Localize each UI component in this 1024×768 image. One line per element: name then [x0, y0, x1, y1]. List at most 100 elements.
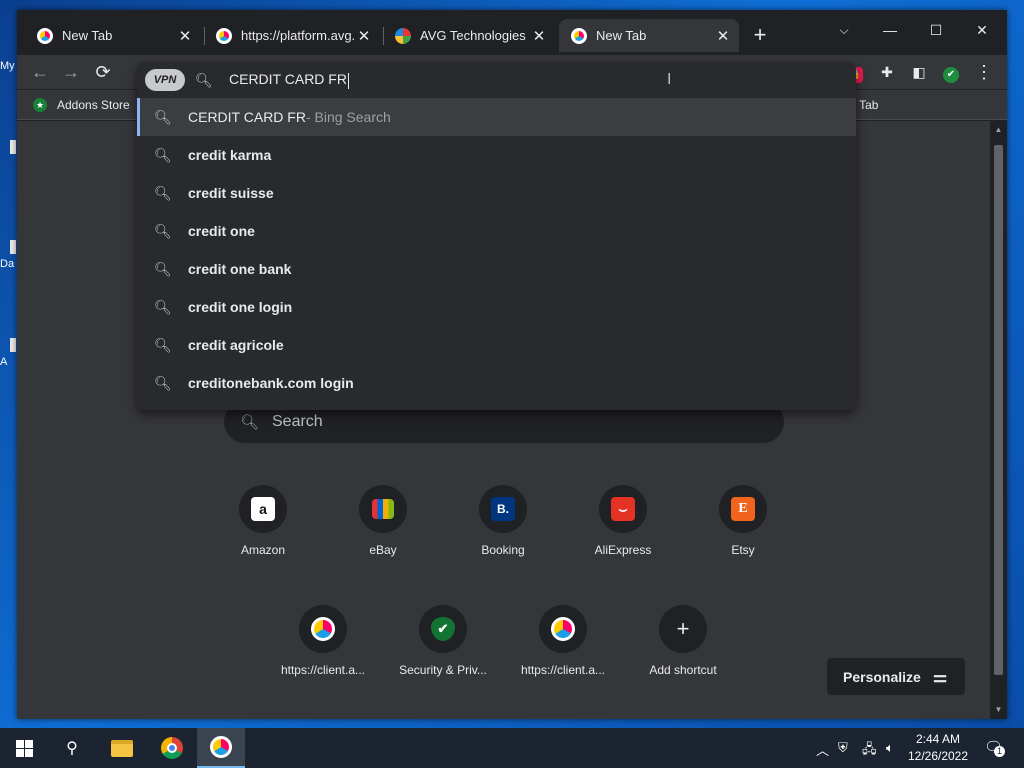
personalize-label: Personalize [843, 668, 921, 685]
file-icon [10, 338, 16, 352]
desktop-icon[interactable]: A [0, 338, 18, 368]
shortcut-tile: E [719, 485, 767, 533]
search-icon: 🔍︎ [154, 184, 172, 201]
clock-date: 12/26/2022 [907, 749, 969, 763]
avast-browser-icon [311, 617, 335, 641]
network-shield-icon[interactable]: ⛨ [838, 740, 848, 756]
omnibox-input[interactable]: CERDIT CARD FR [229, 71, 349, 89]
shortcut-client-avast-2[interactable]: https://client.a... [507, 605, 619, 677]
avast-browser-icon [571, 27, 587, 44]
aliexpress-logo-icon: ⌣ [611, 497, 635, 521]
shortcut-tile: ⌣ [599, 485, 647, 533]
back-button[interactable]: ← [27, 59, 53, 85]
suggestion-item[interactable]: 🔍︎ credit agricole [137, 326, 856, 364]
tab-avg-technologies[interactable]: AVG Technologies On ✕ [375, 19, 555, 52]
reload-button[interactable]: ⟳ [90, 59, 116, 85]
taskbar: ⚲ ︿ ⛨ 🖧︎ 🔈︎ 2:44 AM 12/26/2022 🗨︎ 1 [0, 728, 1024, 768]
search-icon: 🔍︎ [154, 298, 172, 315]
suggestion-item[interactable]: 🔍︎ credit suisse [137, 174, 856, 212]
shortcut-security-privacy[interactable]: ✔ Security & Priv... [387, 605, 499, 677]
suggestion-item[interactable]: 🔍︎ credit one [137, 212, 856, 250]
suggestion-suffix: - Bing Search [305, 109, 391, 125]
forward-button[interactable]: → [58, 59, 84, 85]
new-tab-button[interactable]: + [747, 23, 773, 49]
vpn-badge[interactable]: VPN [145, 69, 185, 91]
address-bar[interactable]: VPN 🔍︎ CERDIT CARD FR I [137, 62, 856, 98]
sidebar-icon[interactable]: ◧ [907, 60, 931, 84]
sliders-icon: ⚌ [932, 668, 948, 686]
clock[interactable]: 2:44 AM 12/26/2022 [906, 731, 970, 765]
shortcut-tile: a [239, 485, 287, 533]
minimize-button[interactable]: — [867, 16, 913, 44]
shortcut-tile: ✔ [419, 605, 467, 653]
desktop-icon[interactable] [0, 140, 18, 158]
close-icon[interactable]: ✕ [529, 27, 549, 45]
extensions-puzzle-icon[interactable]: ✚ [875, 60, 899, 84]
volume-icon[interactable]: 🔈︎ [886, 740, 894, 756]
desktop-icon[interactable]: Da [0, 240, 18, 270]
search-icon: 🔍︎ [154, 374, 172, 391]
search-icon: 🔍︎ [154, 336, 172, 353]
scroll-down-icon[interactable]: ▼ [990, 703, 1007, 717]
suggestion-text: credit suisse [188, 185, 274, 201]
personalize-button[interactable]: Personalize ⚌ [827, 658, 965, 695]
avast-browser-taskbar-button[interactable] [197, 728, 245, 768]
search-icon: 🔍︎ [240, 414, 260, 431]
tab-new-tab-1[interactable]: New Tab ✕ [17, 19, 201, 52]
shortcut-booking[interactable]: B. Booking [447, 485, 559, 557]
tab-new-tab-active[interactable]: New Tab ✕ [559, 19, 739, 52]
show-hidden-icons-chevron-icon[interactable]: ︿ [816, 740, 829, 759]
suggestion-item[interactable]: 🔍︎ creditonebank.com login [137, 364, 856, 402]
suggestion-item[interactable]: 🔍︎ CERDIT CARD FR - Bing Search [137, 98, 856, 136]
tab-platform-avg[interactable]: https://platform.avg.c ✕ [196, 19, 380, 52]
browser-window: New Tab ✕ https://platform.avg.c ✕ AVG T… [17, 10, 1007, 719]
search-icon: 🔍︎ [154, 146, 172, 163]
notification-count: 1 [994, 746, 1005, 757]
desktop-icon[interactable]: My [0, 60, 18, 72]
shortcut-aliexpress[interactable]: ⌣ AliExpress [567, 485, 679, 557]
suggestion-item[interactable]: 🔍︎ credit karma [137, 136, 856, 174]
shortcut-label: Add shortcut [649, 663, 717, 677]
shortcut-etsy[interactable]: E Etsy [687, 485, 799, 557]
maximize-button[interactable]: ☐ [913, 16, 959, 44]
close-icon[interactable]: ✕ [354, 27, 374, 45]
shortcut-label: Booking [481, 543, 525, 557]
omnibox-dropdown: VPN 🔍︎ CERDIT CARD FR I 🔍︎ CERDIT CARD F… [137, 62, 856, 410]
shortcut-tile: B. [479, 485, 527, 533]
browser-menu-button[interactable]: ⋮ [972, 60, 996, 84]
shortcut-label: Amazon [240, 543, 286, 557]
tab-strip: New Tab ✕ https://platform.avg.c ✕ AVG T… [17, 10, 1007, 61]
network-icon[interactable]: 🖧︎ [862, 740, 877, 762]
search-icon: 🔍︎ [154, 260, 172, 277]
security-shield-icon[interactable]: ✔ [939, 60, 963, 84]
file-icon [10, 140, 16, 154]
file-explorer-button[interactable] [98, 728, 146, 768]
chrome-taskbar-button[interactable] [148, 728, 196, 768]
bookmark-label: Addons Store [57, 98, 130, 112]
scroll-up-icon[interactable]: ▲ [990, 123, 1007, 137]
suggestion-text: credit agricole [188, 337, 284, 353]
suggestion-text: credit one [188, 223, 255, 239]
shortcut-client-avast-1[interactable]: https://client.a... [267, 605, 379, 677]
shortcut-tile [539, 605, 587, 653]
shortcut-label: AliExpress [594, 543, 652, 557]
add-shortcut-button[interactable]: + Add shortcut [627, 605, 739, 677]
shortcut-ebay[interactable]: eBay [327, 485, 439, 557]
suggestion-item[interactable]: 🔍︎ credit one bank [137, 250, 856, 288]
avg-logo-icon [395, 27, 411, 44]
bookmark-addons-store[interactable]: ★ Addons Store [33, 95, 130, 115]
tab-search-chevron-icon[interactable]: ⌵ [821, 16, 867, 44]
suggestion-item[interactable]: 🔍︎ credit one login [137, 288, 856, 326]
close-icon[interactable]: ✕ [713, 27, 733, 45]
suggestion-text: credit one bank [188, 261, 292, 277]
tab-title: AVG Technologies On [420, 28, 529, 43]
shortcut-amazon[interactable]: a Amazon [207, 485, 319, 557]
scroll-thumb[interactable] [994, 145, 1003, 675]
windows-logo-icon [15, 739, 33, 757]
taskbar-search-button[interactable]: ⚲ [48, 728, 96, 768]
start-button[interactable] [0, 728, 48, 768]
notification-center-button[interactable]: 🗨︎ 1 [984, 738, 1005, 757]
window-close-button[interactable]: ✕ [959, 16, 1005, 44]
page-scrollbar[interactable]: ▲ ▼ [990, 121, 1007, 719]
close-icon[interactable]: ✕ [175, 27, 195, 45]
